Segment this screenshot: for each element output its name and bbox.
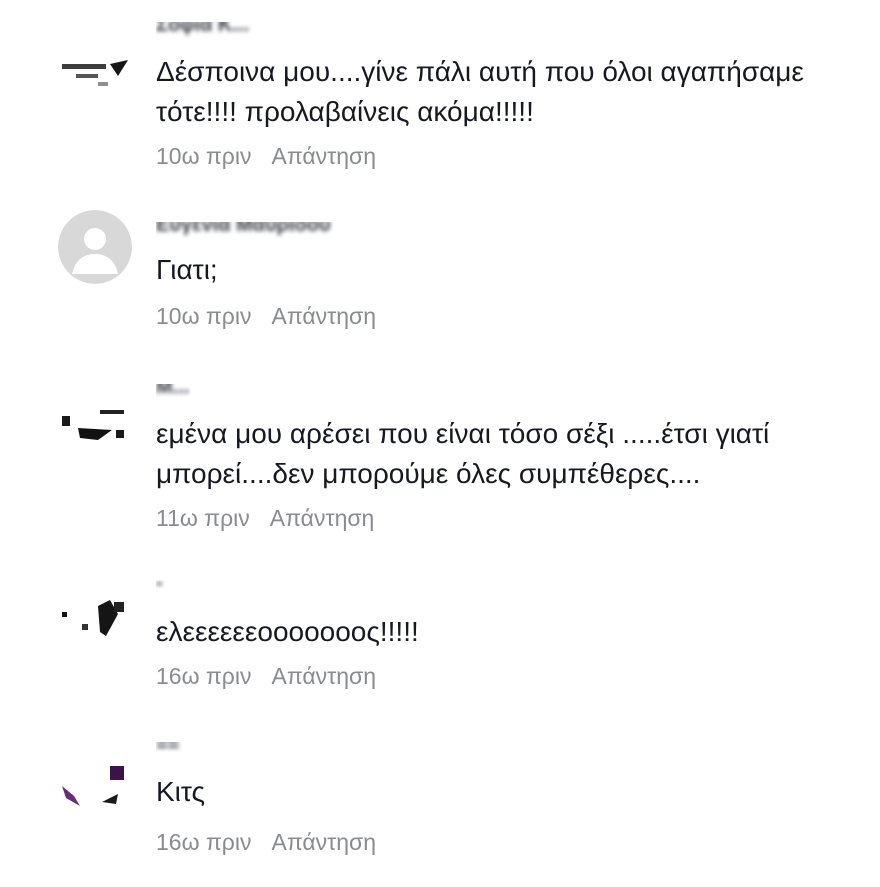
comment-meta: 10ω πριν Απάντηση	[156, 142, 376, 170]
user-avatar[interactable]	[58, 390, 132, 464]
avatar-image	[58, 746, 132, 820]
avatar-image	[58, 390, 132, 464]
comment-text: Γιατι;	[156, 254, 218, 285]
comment-username[interactable]: Ευγενια Μαυρίδου	[156, 222, 416, 240]
comment-text: Κιτς	[156, 776, 206, 807]
comment-meta: 10ω πριν Απάντηση	[156, 302, 376, 330]
username-text: Σοφια Κ...	[156, 22, 250, 36]
user-avatar[interactable]	[58, 746, 132, 820]
comment-meta: 11ω πριν Απάντηση	[156, 504, 374, 532]
default-user-avatar-icon	[58, 210, 132, 284]
username-text: ==	[156, 742, 180, 756]
avatar-image	[58, 580, 132, 654]
reply-button[interactable]: Απάντηση	[270, 504, 375, 532]
comment-timestamp: 10ω πριν	[156, 143, 252, 169]
comment-username[interactable]: -	[156, 580, 416, 598]
comment-text: ελεεεεεεοοοοοοος!!!!!	[156, 616, 419, 647]
comment-timestamp: 10ω πριν	[156, 303, 252, 329]
user-avatar[interactable]	[58, 210, 132, 284]
comment-username[interactable]: ==	[156, 742, 416, 760]
comment-text: Δέσποινα μου....γίνε πάλι αυτή που όλοι …	[156, 56, 804, 127]
comment-timestamp: 16ω πριν	[156, 663, 252, 689]
reply-button[interactable]: Απάντηση	[272, 828, 377, 856]
reply-button[interactable]: Απάντηση	[272, 142, 377, 170]
comment-meta: 16ω πριν Απάντηση	[156, 828, 376, 856]
reply-button[interactable]: Απάντηση	[272, 662, 377, 690]
avatar-image	[58, 34, 132, 108]
user-avatar[interactable]	[58, 34, 132, 108]
comment-username[interactable]: Μ...	[156, 384, 416, 402]
user-avatar[interactable]	[58, 580, 132, 654]
comment-meta: 16ω πριν Απάντηση	[156, 662, 376, 690]
comment-timestamp: 16ω πριν	[156, 829, 252, 855]
comment-username[interactable]: Σοφια Κ...	[156, 22, 416, 40]
comment-timestamp: 11ω πριν	[156, 505, 250, 531]
reply-button[interactable]: Απάντηση	[272, 302, 377, 330]
username-text: Ευγενια Μαυρίδου	[156, 222, 331, 236]
username-text: -	[156, 580, 163, 594]
username-text: Μ...	[156, 384, 190, 398]
comment-text: εμένα μου αρέσει που είναι τόσο σέξι ...…	[156, 418, 770, 489]
